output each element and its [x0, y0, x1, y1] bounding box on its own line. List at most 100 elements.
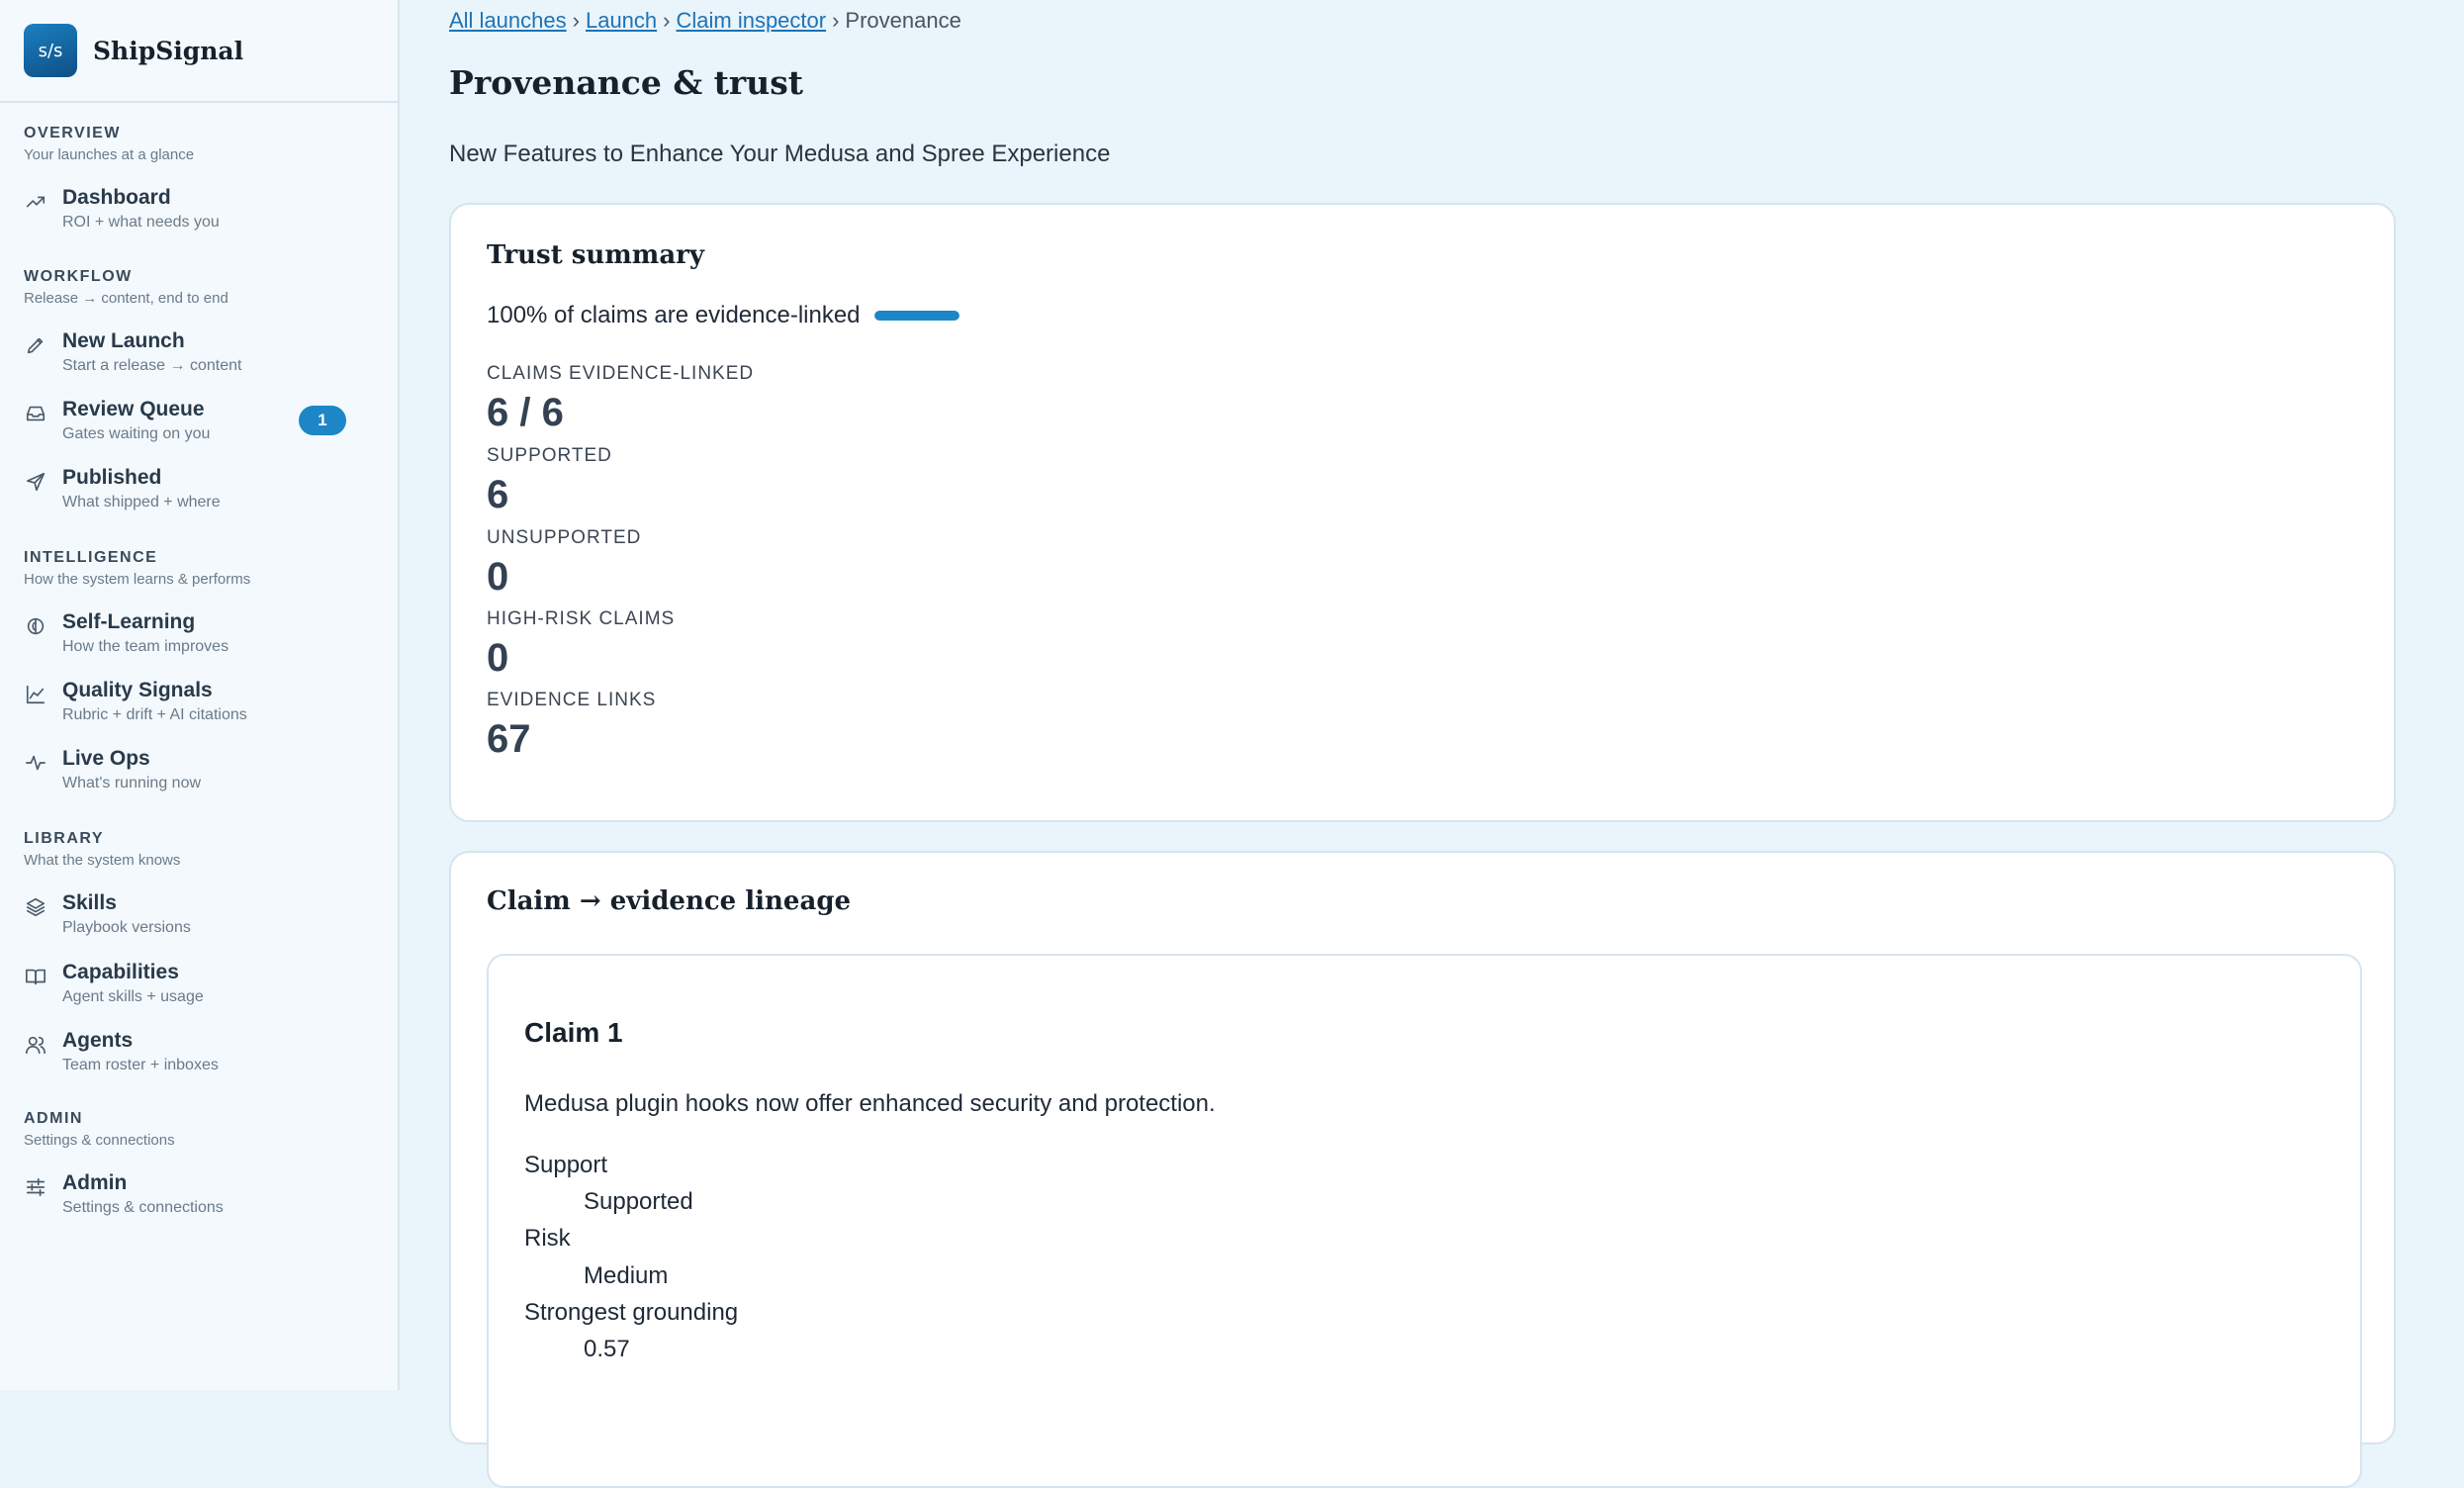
- sidebar-item-sub: Playbook versions: [62, 919, 191, 936]
- section-title: ADMIN: [24, 1110, 83, 1127]
- section-subtitle: Release → content, end to end: [24, 290, 228, 307]
- brand-name: ShipSignal: [93, 36, 244, 65]
- breadcrumb-separator: ›: [572, 8, 580, 33]
- sidebar-item-sub: Agent skills + usage: [62, 988, 204, 1005]
- sidebar-item-sub: Team roster + inboxes: [62, 1057, 219, 1073]
- claim-title: Claim 1: [524, 1017, 623, 1048]
- count-badge: 1: [299, 406, 346, 435]
- evidence-linked-summary: 100% of claims are evidence-linked: [487, 302, 959, 329]
- trust-summary-card: Trust summary 100% of claims are evidenc…: [449, 203, 2396, 822]
- book-icon: [24, 965, 47, 988]
- chart-icon: [24, 683, 47, 706]
- sidebar-item-label: Admin: [62, 1171, 128, 1194]
- card-title: Trust summary: [487, 240, 704, 270]
- section-overview: OVERVIEW Your launches at a glance: [24, 125, 194, 163]
- sidebar-item-skills[interactable]: Skills Playbook versions: [24, 891, 376, 947]
- stat-label: UNSUPPORTED: [487, 527, 642, 548]
- sidebar-item-label: Live Ops: [62, 747, 150, 770]
- section-title: LIBRARY: [24, 830, 105, 847]
- sidebar-item-label: Review Queue: [62, 398, 205, 420]
- claim-text: Medusa plugin hooks now offer enhanced s…: [524, 1090, 1216, 1117]
- users-icon: [24, 1033, 47, 1057]
- sidebar-item-label: Quality Signals: [62, 679, 213, 701]
- sidebar-item-sub: ROI + what needs you: [62, 214, 220, 231]
- stat-value: 0: [487, 555, 509, 599]
- breadcrumb-separator: ›: [832, 8, 840, 33]
- field-value: Supported: [584, 1188, 693, 1215]
- trend-icon: [24, 190, 47, 214]
- field-key: Support: [524, 1152, 608, 1178]
- section-workflow: WORKFLOW Release → content, end to end: [24, 268, 228, 307]
- sidebar-item-published[interactable]: Published What shipped + where: [24, 466, 376, 521]
- section-admin: ADMIN Settings & connections: [24, 1110, 175, 1149]
- pencil-icon: [24, 333, 47, 357]
- stat-value: 67: [487, 717, 531, 761]
- field-key: Strongest grounding: [524, 1299, 739, 1326]
- breadcrumb-all-launches[interactable]: All launches: [449, 8, 567, 33]
- sidebar-item-sub: What shipped + where: [62, 494, 221, 511]
- logo-icon: s/s: [24, 24, 77, 77]
- sidebar-item-capabilities[interactable]: Capabilities Agent skills + usage: [24, 961, 376, 1016]
- send-icon: [24, 470, 47, 494]
- page-title: Provenance & trust: [449, 63, 804, 102]
- progress-bar-fill: [873, 311, 959, 321]
- pulse-icon: [24, 751, 47, 775]
- sidebar-item-sub: Rubric + drift + AI citations: [62, 706, 247, 723]
- sidebar-item-new-launch[interactable]: New Launch Start a release → content: [24, 329, 376, 385]
- brain-icon: [24, 614, 47, 638]
- section-library: LIBRARY What the system knows: [24, 830, 180, 869]
- stat-label: SUPPORTED: [487, 445, 612, 466]
- section-title: INTELLIGENCE: [24, 549, 158, 566]
- progress-bar: [873, 311, 959, 321]
- breadcrumb-separator: ›: [663, 8, 671, 33]
- sidebar-item-admin[interactable]: Admin Settings & connections: [24, 1171, 376, 1227]
- breadcrumb-launch[interactable]: Launch: [586, 8, 657, 33]
- lineage-card: Claim → evidence lineage Claim 1 Medusa …: [449, 851, 2396, 1488]
- sidebar-item-label: Skills: [62, 891, 117, 914]
- section-title: WORKFLOW: [24, 268, 133, 285]
- stat-value: 6 / 6: [487, 391, 564, 434]
- evidence-linked-text: 100% of claims are evidence-linked: [487, 302, 861, 328]
- sliders-icon: [24, 1175, 47, 1199]
- breadcrumb-current: Provenance: [845, 8, 961, 33]
- breadcrumb-claim-inspector[interactable]: Claim inspector: [676, 8, 826, 33]
- sidebar-item-review-queue[interactable]: Review Queue Gates waiting on you 1: [24, 398, 376, 453]
- section-title: OVERVIEW: [24, 125, 121, 141]
- stat-label: EVIDENCE LINKS: [487, 690, 657, 710]
- sidebar-item-quality-signals[interactable]: Quality Signals Rubric + drift + AI cita…: [24, 679, 376, 734]
- sidebar-item-label: Dashboard: [62, 186, 171, 209]
- page-subtitle: New Features to Enhance Your Medusa and …: [449, 140, 1111, 167]
- card-title: Claim → evidence lineage: [487, 886, 852, 916]
- sidebar-item-agents[interactable]: Agents Team roster + inboxes: [24, 1029, 376, 1084]
- sidebar: s/s ShipSignal OVERVIEW Your launches at…: [0, 0, 400, 1390]
- sidebar-item-sub: What's running now: [62, 775, 202, 791]
- section-intelligence: INTELLIGENCE How the system learns & per…: [24, 549, 250, 588]
- breadcrumb: All launches › Launch › Claim inspector › Prov…: [449, 8, 961, 34]
- brand[interactable]: s/s ShipSignal: [0, 0, 398, 103]
- sidebar-item-live-ops[interactable]: Live Ops What's running now: [24, 747, 376, 802]
- sidebar-item-label: Capabilities: [62, 961, 179, 983]
- sidebar-item-dashboard[interactable]: Dashboard ROI + what needs you: [24, 186, 376, 241]
- stat-label: CLAIMS EVIDENCE-LINKED: [487, 363, 755, 384]
- layers-icon: [24, 895, 47, 919]
- stat-value: 0: [487, 636, 509, 680]
- section-subtitle: What the system knows: [24, 852, 181, 869]
- field-key: Risk: [524, 1225, 571, 1252]
- section-subtitle: How the system learns & performs: [24, 571, 251, 588]
- field-value: 0.57: [584, 1336, 630, 1362]
- sidebar-item-label: New Launch: [62, 329, 185, 352]
- section-subtitle: Your launches at a glance: [24, 146, 195, 163]
- stat-label: HIGH-RISK CLAIMS: [487, 608, 676, 629]
- sidebar-item-label: Self-Learning: [62, 610, 196, 633]
- stat-value: 6: [487, 473, 509, 516]
- sidebar-item-self-learning[interactable]: Self-Learning How the team improves: [24, 610, 376, 666]
- claim-card: Claim 1 Medusa plugin hooks now offer en…: [487, 954, 2362, 1488]
- section-subtitle: Settings & connections: [24, 1132, 175, 1149]
- sidebar-item-sub: Gates waiting on you: [62, 425, 211, 442]
- sidebar-item-sub: Start a release → content: [62, 357, 242, 374]
- field-value: Medium: [584, 1262, 669, 1289]
- sidebar-item-label: Published: [62, 466, 162, 489]
- sidebar-item-sub: Settings & connections: [62, 1199, 224, 1216]
- sidebar-item-label: Agents: [62, 1029, 134, 1052]
- inbox-icon: [24, 402, 47, 425]
